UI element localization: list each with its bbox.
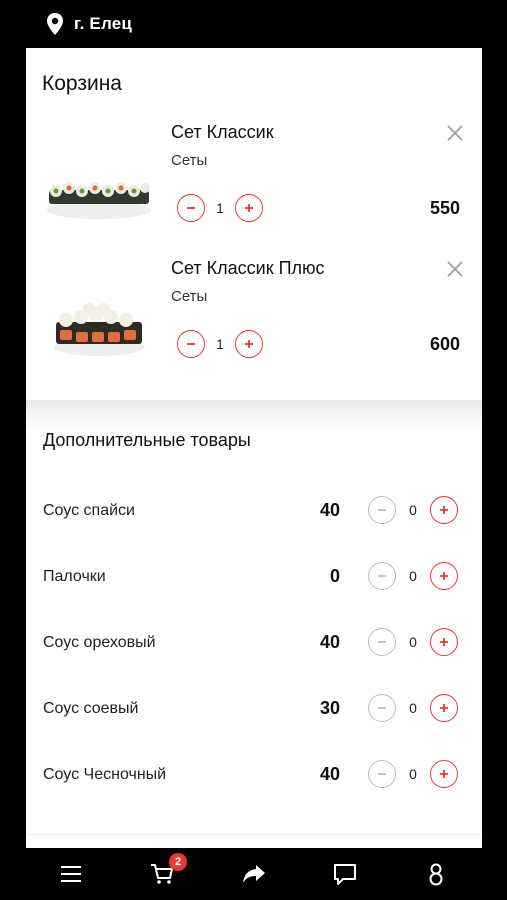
quantity-value: 0: [409, 568, 417, 584]
decrease-button[interactable]: [368, 760, 396, 788]
decrease-button[interactable]: [368, 496, 396, 524]
page-title: Корзина: [42, 72, 122, 95]
extra-name: Соус спайси: [43, 502, 135, 519]
minus-icon: [187, 207, 195, 209]
quantity-stepper: 0: [368, 760, 458, 788]
extra-price: 40: [319, 500, 340, 520]
bottom-tab-bar: 2: [0, 848, 507, 900]
minus-icon: [378, 773, 386, 775]
plus-icon: [440, 506, 448, 514]
extras-title: Дополнительные товары: [43, 430, 251, 450]
quantity-value: 1: [216, 200, 224, 216]
product-price: 550: [429, 198, 460, 218]
increase-button[interactable]: [430, 496, 458, 524]
extra-name: Соус ореховый: [43, 634, 156, 651]
plus-icon: [245, 340, 253, 348]
decrease-button[interactable]: [177, 194, 205, 222]
tab-menu[interactable]: [56, 860, 86, 888]
product-image: [47, 182, 151, 219]
share-icon: [243, 865, 265, 883]
plus-icon: [440, 572, 448, 580]
product-name: Сет Классик: [171, 122, 274, 142]
quantity-stepper: 0: [368, 496, 458, 524]
minus-icon: [378, 707, 386, 709]
product-category: Сеты: [171, 152, 208, 169]
product-name: Сет Классик Плюс: [171, 258, 325, 278]
tab-share[interactable]: [239, 860, 269, 888]
product-category: Сеты: [171, 288, 208, 305]
quantity-stepper: 0: [368, 628, 458, 656]
cart-badge: 2: [169, 853, 187, 871]
increase-button[interactable]: [430, 694, 458, 722]
extra-item: Соус Чесночный 40 0: [26, 758, 482, 792]
product-image: [54, 303, 144, 356]
extra-price: 30: [319, 698, 340, 718]
extra-item: Палочки 0 0: [26, 560, 482, 594]
city-selector[interactable]: г. Елец: [74, 14, 132, 34]
divider: [26, 834, 482, 835]
top-bar: г. Елец: [0, 0, 507, 48]
product-price: 600: [429, 334, 460, 354]
profile-icon: [429, 863, 443, 886]
increase-button[interactable]: [430, 760, 458, 788]
close-icon[interactable]: [444, 122, 466, 144]
plus-icon: [440, 704, 448, 712]
map-pin-icon[interactable]: [45, 12, 65, 36]
minus-icon: [378, 575, 386, 577]
extra-price: 0: [329, 566, 340, 586]
minus-icon: [378, 641, 386, 643]
extra-name: Палочки: [43, 568, 106, 585]
extra-price: 40: [319, 632, 340, 652]
cart-sheet: Корзина Сет Классик Сеты 1 550 Сет Класс…: [26, 48, 482, 848]
increase-button[interactable]: [430, 628, 458, 656]
increase-button[interactable]: [235, 330, 263, 358]
quantity-stepper: 0: [368, 694, 458, 722]
chat-icon: [334, 864, 356, 885]
extra-price: 40: [319, 764, 340, 784]
quantity-value: 0: [409, 502, 417, 518]
decrease-button[interactable]: [368, 628, 396, 656]
decrease-button[interactable]: [177, 330, 205, 358]
quantity-value: 0: [409, 700, 417, 716]
increase-button[interactable]: [235, 194, 263, 222]
tab-chat[interactable]: [330, 860, 360, 888]
extra-item: Соус спайси 40 0: [26, 494, 482, 528]
extra-item: Соус ореховый 40 0: [26, 626, 482, 660]
tab-profile[interactable]: [421, 860, 451, 888]
extra-name: Соус Чесночный: [43, 766, 167, 783]
plus-icon: [245, 204, 253, 212]
quantity-stepper: 1: [177, 330, 263, 358]
minus-icon: [378, 509, 386, 511]
cart-item: Сет Классик Плюс Сеты 1 600: [26, 258, 482, 378]
increase-button[interactable]: [430, 562, 458, 590]
extra-name: Соус соевый: [43, 700, 139, 717]
section-divider: [26, 400, 482, 430]
decrease-button[interactable]: [368, 562, 396, 590]
decrease-button[interactable]: [368, 694, 396, 722]
quantity-stepper: 0: [368, 562, 458, 590]
cart-item: Сет Классик Сеты 1 550: [26, 122, 482, 242]
plus-icon: [440, 770, 448, 778]
close-icon[interactable]: [444, 258, 466, 280]
quantity-value: 0: [409, 634, 417, 650]
quantity-stepper: 1: [177, 194, 263, 222]
quantity-value: 1: [216, 336, 224, 352]
minus-icon: [187, 343, 195, 345]
quantity-value: 0: [409, 766, 417, 782]
plus-icon: [440, 638, 448, 646]
menu-icon: [61, 866, 81, 882]
extra-item: Соус соевый 30 0: [26, 692, 482, 726]
